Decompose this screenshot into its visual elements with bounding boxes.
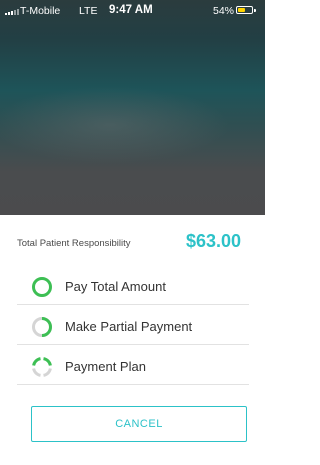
battery-tip [254, 9, 256, 12]
status-bar: T-Mobile LTE 9:47 AM 54% [0, 0, 265, 24]
option-payment-plan[interactable]: Payment Plan [17, 347, 249, 385]
segmented-circle-icon [32, 357, 52, 377]
option-label: Payment Plan [65, 359, 146, 374]
responsibility-label: Total Patient Responsibility [17, 238, 131, 249]
carrier-name: T-Mobile [20, 5, 61, 17]
responsibility-amount: $63.00 [186, 231, 242, 251]
option-partial-payment[interactable]: Make Partial Payment [17, 307, 249, 345]
dimmed-background[interactable] [0, 0, 265, 215]
full-circle-icon [32, 277, 52, 297]
signal-strength-icon [5, 9, 19, 15]
battery-percent: 54% [213, 5, 235, 17]
payment-options-sheet: Total Patient Responsibility $63.00 Pay … [0, 215, 265, 465]
option-pay-total[interactable]: Pay Total Amount [17, 267, 249, 305]
option-label: Make Partial Payment [65, 319, 193, 334]
partial-circle-icon [32, 317, 52, 337]
cancel-button[interactable]: CANCEL [31, 406, 247, 442]
battery-level-fill [238, 8, 245, 12]
network-type: LTE [79, 5, 98, 17]
option-label: Pay Total Amount [65, 279, 166, 294]
battery-icon [236, 6, 253, 14]
status-time: 9:47 AM [109, 4, 153, 16]
